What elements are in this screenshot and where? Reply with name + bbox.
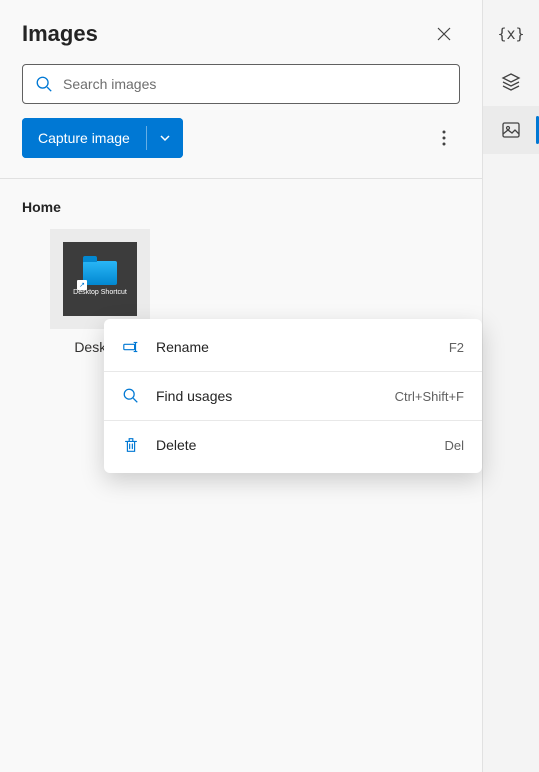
menu-label: Rename [156,339,435,355]
section-label: Home [22,199,460,215]
rail-item-layers[interactable] [483,58,539,106]
menu-item-rename[interactable]: Rename F2 [104,325,482,369]
delete-icon [122,436,142,454]
content-area: Home ↗ Desktop Shortcut Desktop Rename F… [0,179,482,375]
search-icon [35,75,53,93]
chevron-down-icon [159,132,171,144]
toolbar: Capture image [0,118,482,178]
search-container [0,64,482,118]
menu-label: Delete [156,437,430,453]
layers-icon [501,72,521,92]
search-field[interactable] [22,64,460,104]
rail-item-images[interactable] [483,106,539,154]
rename-icon [122,338,142,356]
menu-shortcut: Del [444,438,464,453]
capture-dropdown-button[interactable] [147,118,183,158]
menu-item-find-usages[interactable]: Find usages Ctrl+Shift+F [104,374,482,418]
image-icon [501,120,521,140]
rail-item-variables[interactable]: {x} [483,10,539,58]
menu-separator [104,371,482,372]
close-button[interactable] [428,18,460,50]
panel-title: Images [22,21,98,47]
search-icon [122,387,142,405]
menu-item-delete[interactable]: Delete Del [104,423,482,467]
context-menu: Rename F2 Find usages Ctrl+Shift+F Delet… [104,319,482,473]
menu-separator [104,420,482,421]
shortcut-arrow-icon: ↗ [77,280,87,290]
menu-label: Find usages [156,388,381,404]
image-thumbnail[interactable]: ↗ Desktop Shortcut [50,229,150,329]
search-input[interactable] [63,76,447,92]
panel-header: Images [0,0,482,64]
thumbnail-preview: ↗ Desktop Shortcut [63,242,137,316]
variables-icon: {x} [497,25,524,43]
capture-split-button: Capture image [22,118,183,158]
more-vertical-icon [442,130,446,146]
capture-button[interactable]: Capture image [22,118,146,158]
menu-shortcut: Ctrl+Shift+F [395,389,464,404]
close-icon [437,27,451,41]
thumbnail-inner-text: Desktop Shortcut [73,289,127,297]
menu-shortcut: F2 [449,340,464,355]
folder-icon [83,261,117,285]
more-options-button[interactable] [428,122,460,154]
side-rail: {x} [483,0,539,772]
images-panel: Images Capture image Home [0,0,483,772]
